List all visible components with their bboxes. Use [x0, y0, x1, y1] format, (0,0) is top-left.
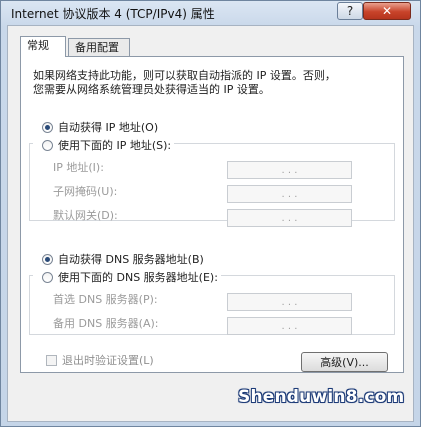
dialog-window: Internet 协议版本 4 (TCP/IPv4) 属性 ? ✕ 常规 备用配…: [0, 0, 421, 427]
alternate-dns-value: . . .: [281, 320, 298, 332]
ip-address-label: IP 地址(I):: [53, 161, 104, 174]
manual-ip-radio[interactable]: [42, 139, 53, 151]
help-button[interactable]: ?: [337, 2, 363, 20]
close-button[interactable]: ✕: [363, 2, 411, 20]
watermark-text: Shenduwin8.com: [238, 387, 405, 407]
auto-dns-radio-row[interactable]: 自动获得 DNS 服务器地址(B): [42, 251, 204, 267]
default-gateway-value: . . .: [281, 212, 298, 224]
default-gateway-field[interactable]: . . .: [227, 209, 352, 227]
preferred-dns-value: . . .: [281, 296, 298, 308]
dialog-client-area: 常规 备用配置 如果网络支持此功能，则可以获取自动指派的 IP 设置。否则， 您…: [7, 25, 414, 422]
tab-alternate-configuration[interactable]: 备用配置: [68, 38, 130, 57]
ip-address-field[interactable]: . . .: [227, 161, 352, 179]
subnet-mask-field[interactable]: . . .: [227, 185, 352, 203]
tab-general[interactable]: 常规: [20, 36, 66, 57]
subnet-mask-value: . . .: [281, 188, 298, 200]
auto-ip-label: 自动获得 IP 地址(O): [58, 121, 159, 134]
auto-ip-radio-row[interactable]: 自动获得 IP 地址(O): [42, 119, 158, 135]
intro-line-2: 您需要从网络系统管理员处获得适当的 IP 设置。: [33, 83, 270, 96]
default-gateway-label: 默认网关(D):: [53, 209, 118, 222]
preferred-dns-field[interactable]: . . .: [227, 293, 352, 311]
manual-ip-label: 使用下面的 IP 地址(S):: [58, 139, 172, 152]
advanced-button[interactable]: 高级(V)...: [301, 352, 388, 372]
auto-dns-radio[interactable]: [42, 253, 53, 265]
validate-on-exit-label: 退出时验证设置(L): [62, 354, 154, 367]
validate-on-exit-checkbox[interactable]: [46, 354, 57, 366]
ip-address-value: . . .: [281, 164, 298, 176]
intro-line-1: 如果网络支持此功能，则可以获取自动指派的 IP 设置。否则，: [33, 69, 336, 82]
alternate-dns-field[interactable]: . . .: [227, 317, 352, 335]
help-icon: ?: [346, 4, 354, 18]
manual-dns-radio-row[interactable]: 使用下面的 DNS 服务器地址(E):: [33, 269, 221, 285]
window-title: Internet 协议版本 4 (TCP/IPv4) 属性: [11, 7, 215, 21]
title-bar[interactable]: Internet 协议版本 4 (TCP/IPv4) 属性 ? ✕: [1, 1, 420, 25]
auto-ip-radio[interactable]: [42, 121, 53, 133]
preferred-dns-label: 首选 DNS 服务器(P):: [53, 293, 158, 306]
close-icon: ✕: [381, 4, 393, 18]
auto-dns-label: 自动获得 DNS 服务器地址(B): [58, 253, 204, 266]
alternate-dns-label: 备用 DNS 服务器(A):: [53, 317, 159, 330]
manual-dns-radio[interactable]: [42, 271, 53, 283]
manual-ip-radio-row[interactable]: 使用下面的 IP 地址(S):: [33, 137, 175, 153]
subnet-mask-label: 子网掩码(U):: [53, 185, 118, 198]
tab-panel-general: 如果网络支持此功能，则可以获取自动指派的 IP 设置。否则， 您需要从网络系统管…: [20, 56, 404, 373]
manual-dns-label: 使用下面的 DNS 服务器地址(E):: [58, 271, 218, 284]
intro-text: 如果网络支持此功能，则可以获取自动指派的 IP 设置。否则， 您需要从网络系统管…: [33, 69, 393, 97]
validate-on-exit-row[interactable]: 退出时验证设置(L): [46, 352, 154, 368]
